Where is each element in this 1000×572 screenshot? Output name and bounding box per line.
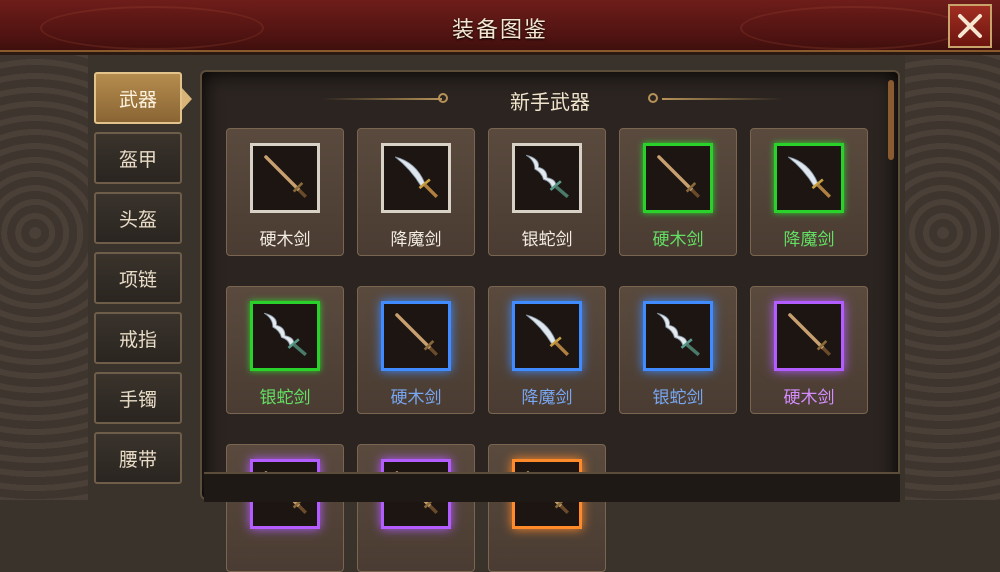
item-name: 硬木剑 (259, 230, 311, 250)
category-sidebar: 武器 盔甲 头盔 项链 戒指 手镯 腰带 (94, 72, 192, 492)
sidebar-item-label: 盔甲 (118, 148, 157, 171)
item-name: 降魔剑 (783, 230, 835, 250)
equipment-panel: 新手武器 硬木剑 降魔剑 银蛇剑 硬木剑 降魔剑 银蛇剑 硬木剑 降魔剑 银蛇剑 硬木剑 (200, 70, 900, 572)
item-slot (512, 301, 582, 371)
item-name: 硬木剑 (652, 230, 704, 250)
wooden-sword-icon (390, 308, 442, 364)
sidebar-item-necklace[interactable]: 项链 (94, 252, 182, 304)
item-slot (381, 143, 451, 213)
item-card[interactable]: 银蛇剑 (488, 128, 606, 256)
item-slot (643, 143, 713, 213)
item-card[interactable]: 降魔剑 (357, 128, 475, 256)
sidebar-item-belt[interactable]: 腰带 (94, 432, 182, 484)
sidebar-item-label: 项链 (118, 268, 157, 291)
active-arrow-icon (182, 88, 192, 110)
item-card[interactable] (226, 444, 344, 572)
demon-sword-icon (783, 150, 835, 206)
sidebar-item-label: 戒指 (118, 328, 157, 351)
item-name: 降魔剑 (390, 230, 442, 250)
item-name: 硬木剑 (390, 388, 442, 408)
silver-snake-sword-icon (652, 308, 704, 364)
close-button[interactable] (948, 4, 992, 48)
item-card[interactable]: 降魔剑 (488, 286, 606, 414)
sidebar-item-label: 手镯 (118, 388, 157, 411)
background-panel-left (0, 55, 88, 500)
wooden-sword-icon (259, 150, 311, 206)
item-slot (774, 143, 844, 213)
close-icon (958, 14, 982, 38)
item-card[interactable] (357, 444, 475, 572)
silver-snake-sword-icon (259, 308, 311, 364)
background-panel-right (905, 55, 1000, 500)
wooden-sword-icon (783, 308, 835, 364)
item-name: 银蛇剑 (652, 388, 704, 408)
demon-sword-icon (390, 150, 442, 206)
sidebar-item-label: 腰带 (118, 448, 157, 471)
item-slot (250, 143, 320, 213)
sidebar-item-weapon[interactable]: 武器 (94, 72, 192, 124)
item-slot (774, 301, 844, 371)
item-slot (381, 301, 451, 371)
item-card[interactable] (488, 444, 606, 572)
item-slot (250, 301, 320, 371)
item-card[interactable]: 降魔剑 (750, 128, 868, 256)
sidebar-item-armor[interactable]: 盔甲 (94, 132, 182, 184)
sidebar-item-ring[interactable]: 戒指 (94, 312, 182, 364)
item-card[interactable]: 银蛇剑 (619, 286, 737, 414)
item-name: 银蛇剑 (259, 388, 311, 408)
item-slot (512, 143, 582, 213)
item-card[interactable]: 硬木剑 (357, 286, 475, 414)
bottom-info-bar (204, 472, 900, 502)
scrollbar[interactable] (888, 80, 894, 160)
item-name: 硬木剑 (783, 388, 835, 408)
sidebar-item-helmet[interactable]: 头盔 (94, 192, 182, 244)
sidebar-item-bracelet[interactable]: 手镯 (94, 372, 182, 424)
item-card[interactable]: 硬木剑 (226, 128, 344, 256)
sidebar-item-label: 头盔 (118, 208, 157, 231)
item-slot (643, 301, 713, 371)
item-name: 银蛇剑 (521, 230, 573, 250)
wooden-sword-icon (652, 150, 704, 206)
page-title: 装备图鉴 (451, 18, 548, 43)
sidebar-item-label: 武器 (118, 88, 157, 111)
demon-sword-icon (521, 308, 573, 364)
silver-snake-sword-icon (521, 150, 573, 206)
item-card[interactable]: 硬木剑 (619, 128, 737, 256)
item-card[interactable]: 硬木剑 (750, 286, 868, 414)
item-name: 降魔剑 (521, 388, 573, 408)
section-title: 新手武器 (510, 90, 590, 114)
item-card[interactable]: 银蛇剑 (226, 286, 344, 414)
title-bar: 装备图鉴 (0, 0, 1000, 55)
